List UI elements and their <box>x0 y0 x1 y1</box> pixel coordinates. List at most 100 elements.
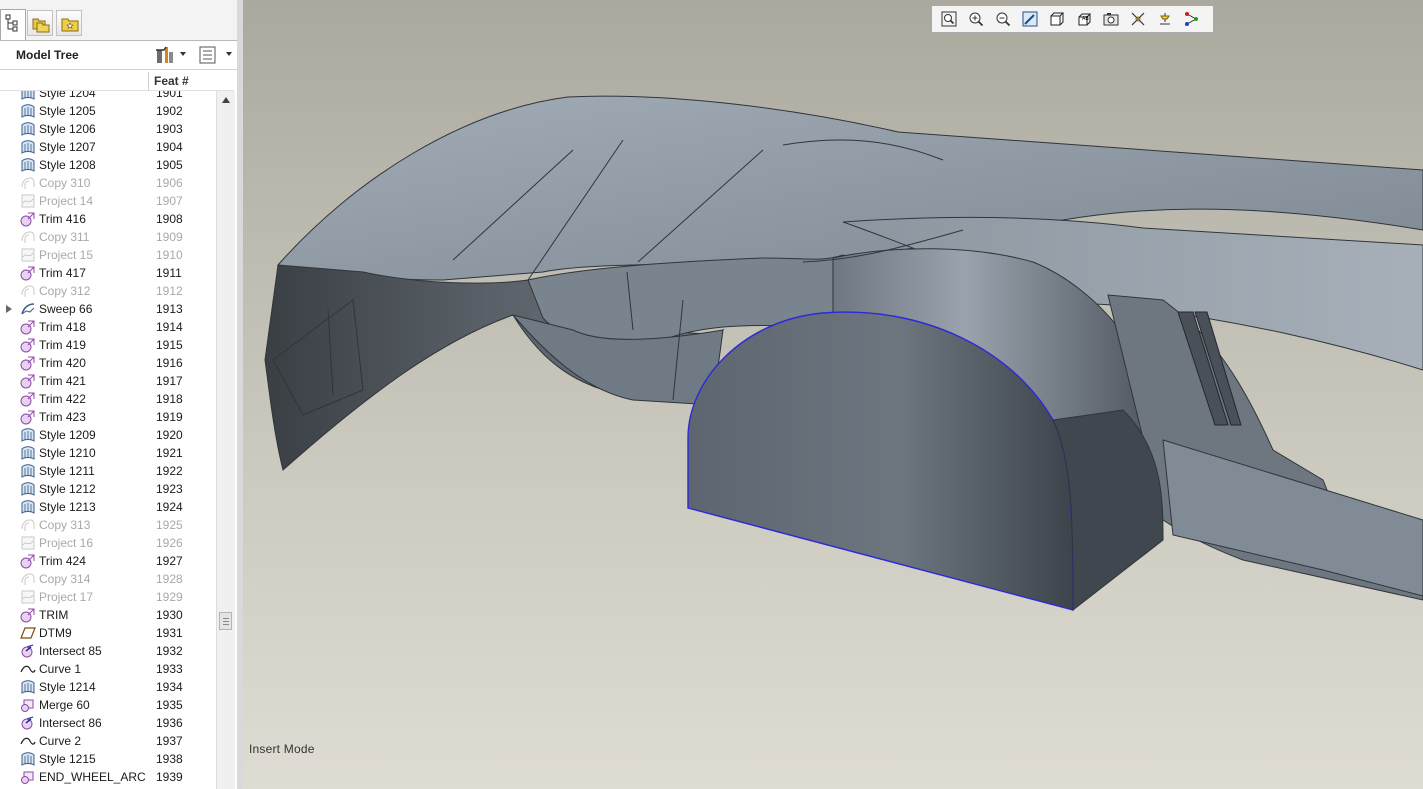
model-tree-list: Style 1204 1901 Style 1205 1902 Style 1206 19… <box>0 91 216 789</box>
tree-row[interactable]: Trim 417 1911 <box>0 264 216 282</box>
feat-number-column-header[interactable]: Feat # <box>154 74 189 88</box>
tree-row[interactable]: Merge 60 1935 <box>0 696 216 714</box>
display-style-button[interactable] <box>1046 9 1068 29</box>
tree-row[interactable]: Copy 311 1909 <box>0 228 216 246</box>
project-icon <box>20 589 36 605</box>
tree-row[interactable]: Style 1208 1905 <box>0 156 216 174</box>
tree-settings-icon <box>156 46 173 63</box>
tree-row-label: Trim 419 <box>39 338 86 352</box>
tree-row[interactable]: Trim 418 1914 <box>0 318 216 336</box>
tree-row[interactable]: Style 1212 1923 <box>0 480 216 498</box>
datum-display-filter-button[interactable] <box>1127 9 1149 29</box>
tree-row-feat-number: 1909 <box>156 230 183 244</box>
tree-row-feat-number: 1937 <box>156 734 183 748</box>
tree-row[interactable]: Project 16 1926 <box>0 534 216 552</box>
merge-icon <box>20 769 36 785</box>
tree-row-feat-number: 1925 <box>156 518 183 532</box>
tree-row[interactable]: TRIM 1930 <box>0 606 216 624</box>
tree-row[interactable]: Style 1213 1924 <box>0 498 216 516</box>
tree-row[interactable]: Style 1210 1921 <box>0 444 216 462</box>
tree-row-label: Trim 424 <box>39 554 86 568</box>
tree-row-label: Copy 312 <box>39 284 91 298</box>
tree-hierarchy-icon <box>5 14 18 32</box>
tree-row[interactable]: Trim 416 1908 <box>0 210 216 228</box>
mode-status-label: Insert Mode <box>249 742 315 756</box>
tree-row-label: Trim 422 <box>39 392 86 406</box>
project-icon <box>20 247 36 263</box>
tree-row[interactable]: Project 14 1907 <box>0 192 216 210</box>
tree-row[interactable]: Trim 423 1919 <box>0 408 216 426</box>
wheel-arch-surface-model[interactable] <box>243 0 1423 789</box>
copy-icon <box>20 283 36 299</box>
show-columns-button[interactable] <box>196 44 234 66</box>
graphics-window[interactable]: AB Insert Mode <box>243 0 1423 789</box>
tree-settings-button[interactable] <box>154 44 188 66</box>
style-surface-icon <box>20 499 36 515</box>
zoom-out-button[interactable] <box>992 9 1014 29</box>
view-manager-button[interactable] <box>1100 9 1122 29</box>
tree-row[interactable]: Style 1207 1904 <box>0 138 216 156</box>
tree-row[interactable]: Intersect 86 1936 <box>0 714 216 732</box>
tree-row[interactable]: Trim 424 1927 <box>0 552 216 570</box>
tree-row[interactable]: Copy 310 1906 <box>0 174 216 192</box>
merge-icon <box>20 697 36 713</box>
tree-row[interactable]: Trim 420 1916 <box>0 354 216 372</box>
tree-row[interactable]: Trim 422 1918 <box>0 390 216 408</box>
tree-row[interactable]: Curve 1 1933 <box>0 660 216 678</box>
tree-row[interactable]: Intersect 85 1932 <box>0 642 216 660</box>
tree-row-label: Project 17 <box>39 590 94 604</box>
style-surface-icon <box>20 427 36 443</box>
tree-row-label: Style 1210 <box>39 446 96 460</box>
tree-row[interactable]: Copy 314 1928 <box>0 570 216 588</box>
tree-row[interactable]: Style 1205 1902 <box>0 102 216 120</box>
style-surface-icon <box>20 121 36 137</box>
scroll-thumb[interactable] <box>219 612 232 630</box>
tree-row[interactable]: Curve 2 1937 <box>0 732 216 750</box>
tree-row[interactable]: Sweep 66 1913 <box>0 300 216 318</box>
tree-row[interactable]: Trim 421 1917 <box>0 372 216 390</box>
refit-button[interactable] <box>938 9 960 29</box>
trim-icon <box>20 319 36 335</box>
tree-row-feat-number: 1929 <box>156 590 183 604</box>
tree-row-feat-number: 1907 <box>156 194 183 208</box>
style-surface-icon <box>20 445 36 461</box>
column-divider[interactable] <box>148 72 149 90</box>
tree-row[interactable]: Style 1211 1922 <box>0 462 216 480</box>
tree-row-feat-number: 1934 <box>156 680 183 694</box>
trim-icon <box>20 265 36 281</box>
tree-row[interactable]: Style 1204 1901 <box>0 91 216 102</box>
tree-row[interactable]: Copy 313 1925 <box>0 516 216 534</box>
tree-scrollbar[interactable] <box>216 91 235 789</box>
tree-row-label: Curve 2 <box>39 734 82 748</box>
tree-row[interactable]: Style 1209 1920 <box>0 426 216 444</box>
tree-row-label: Style 1212 <box>39 482 96 496</box>
annotation-display-button[interactable] <box>1154 9 1176 29</box>
expand-arrow-icon[interactable] <box>6 305 12 313</box>
zoom-in-button[interactable] <box>965 9 987 29</box>
tree-row[interactable]: Style 1215 1938 <box>0 750 216 768</box>
tree-row[interactable]: Trim 419 1915 <box>0 336 216 354</box>
trim-icon <box>20 553 36 569</box>
tree-row-label: Trim 421 <box>39 374 86 388</box>
tree-row[interactable]: Project 15 1910 <box>0 246 216 264</box>
tree-row-label: Style 1209 <box>39 428 96 442</box>
tree-row[interactable]: Project 17 1929 <box>0 588 216 606</box>
tree-row-feat-number: 1921 <box>156 446 183 460</box>
saved-views-button[interactable]: AB <box>1073 9 1095 29</box>
tree-row[interactable]: END_WHEEL_ARC 1939 <box>0 768 216 786</box>
tree-row[interactable]: DTM9 1931 <box>0 624 216 642</box>
spin-center-button[interactable] <box>1181 9 1203 29</box>
tree-row-feat-number: 1923 <box>156 482 183 496</box>
favorites-tab[interactable] <box>56 10 82 36</box>
tree-row-feat-number: 1908 <box>156 212 183 226</box>
repaint-button[interactable] <box>1019 9 1041 29</box>
tree-row[interactable]: Copy 312 1912 <box>0 282 216 300</box>
tree-row-feat-number: 1924 <box>156 500 183 514</box>
tree-row[interactable]: Style 1206 1903 <box>0 120 216 138</box>
folder-browser-tab[interactable] <box>27 10 53 36</box>
tree-row[interactable]: Style 1214 1934 <box>0 678 216 696</box>
trim-icon <box>20 373 36 389</box>
scroll-up-arrow-icon[interactable] <box>219 93 233 107</box>
tree-row-label: Copy 314 <box>39 572 91 586</box>
model-tree-tab[interactable] <box>0 9 26 40</box>
